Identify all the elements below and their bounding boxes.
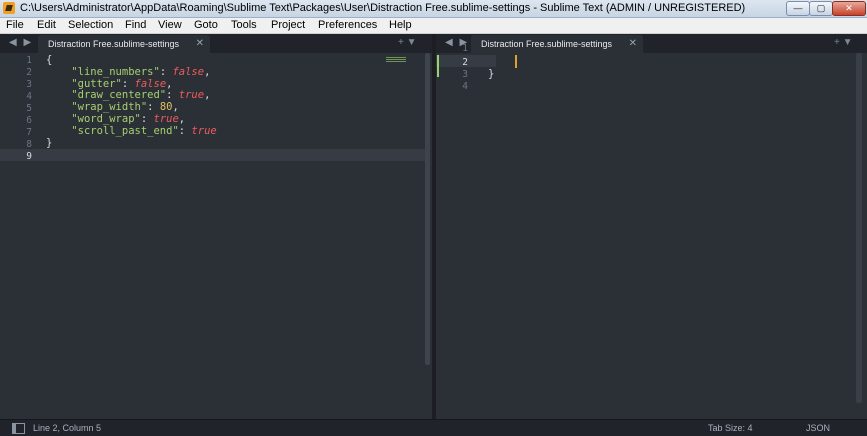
vertical-scrollbar[interactable] (425, 53, 430, 365)
line-number: 1 (462, 43, 468, 54)
json-boolean: false (134, 77, 167, 90)
menu-view[interactable]: View (158, 19, 182, 31)
line-number: 3 (26, 79, 32, 90)
maximize-button[interactable]: ▢ (809, 1, 833, 16)
json-key: "scroll_past_end" (71, 124, 179, 137)
status-bar: Line 2, Column 5 Tab Size: 4 JSON (0, 419, 867, 436)
line-number: 1 (26, 55, 32, 66)
close-tab-icon[interactable]: ✕ (629, 38, 637, 49)
json-boolean: true (191, 124, 217, 137)
line-number: 6 (26, 115, 32, 126)
tab-label: Distraction Free.sublime-settings (48, 39, 180, 49)
tab-label: Distraction Free.sublime-settings (481, 39, 613, 49)
json-boolean: true (153, 112, 179, 125)
code-token: { (46, 54, 53, 66)
new-tab-dropdown-icon[interactable]: + ▼ (398, 37, 417, 48)
menu-edit[interactable]: Edit (37, 19, 56, 31)
new-tab-dropdown-icon[interactable]: + ▼ (834, 37, 853, 48)
right-editor-pane[interactable]: 1 2 3 4 } (436, 43, 867, 419)
line-number: 7 (26, 127, 32, 138)
json-key: "line_numbers" (71, 65, 160, 78)
menu-goto[interactable]: Goto (194, 19, 218, 31)
json-key: "wrap_width" (71, 101, 148, 114)
line-number-gutter: 1 2 3 4 (436, 43, 468, 419)
line-number-gutter: 1 2 3 4 5 6 7 8 9 (0, 53, 32, 419)
cursor-position: Line 2, Column 5 (33, 423, 102, 433)
code-text-area[interactable]: } (488, 68, 495, 81)
window-title: C:\Users\Administrator\AppData\Roaming\S… (20, 2, 746, 14)
json-number: 80 (159, 101, 173, 114)
minimize-button[interactable]: — (786, 1, 810, 16)
left-editor-pane[interactable]: 1 2 3 4 5 6 7 8 9 { "line_numbers": fals… (0, 53, 432, 419)
code-token: } (46, 136, 53, 149)
vertical-scrollbar[interactable] (856, 53, 862, 403)
toggle-panel-icon[interactable] (12, 423, 25, 434)
text-cursor (515, 55, 517, 68)
sublime-text-icon (3, 2, 15, 14)
json-key: "gutter" (71, 77, 122, 90)
title-bar: C:\Users\Administrator\AppData\Roaming\S… (0, 0, 867, 18)
tab-nav-arrows-icon[interactable]: ◀ ▶ (9, 37, 33, 48)
left-tab-bar: ◀ ▶ Distraction Free.sublime-settings ✕ … (0, 34, 432, 53)
line-number: 2 (26, 67, 32, 78)
menu-help[interactable]: Help (389, 19, 412, 31)
json-key: "draw_centered" (71, 89, 167, 102)
line-number: 3 (462, 69, 468, 80)
modified-line-marker (437, 55, 439, 77)
close-tab-icon[interactable]: ✕ (196, 38, 204, 49)
tab-distraction-free-left[interactable]: Distraction Free.sublime-settings ✕ (38, 35, 210, 53)
tab-size-indicator[interactable]: Tab Size: 4 (708, 423, 753, 433)
menu-file[interactable]: File (6, 19, 24, 31)
line-number: 8 (26, 139, 32, 150)
syntax-indicator[interactable]: JSON (806, 423, 830, 433)
menu-project[interactable]: Project (271, 19, 305, 31)
json-key: "word_wrap" (71, 112, 141, 125)
line-number-active: 9 (26, 151, 32, 162)
json-boolean: true (178, 89, 205, 102)
tab-distraction-free-right[interactable]: Distraction Free.sublime-settings ✕ (471, 35, 643, 53)
current-line-highlight (0, 149, 425, 161)
close-window-button[interactable]: ✕ (832, 1, 866, 16)
menu-preferences[interactable]: Preferences (318, 19, 377, 31)
right-tab-bar: ◀ ▶ Distraction Free.sublime-settings ✕ … (436, 34, 867, 53)
line-number-active: 2 (462, 57, 468, 68)
menu-bar: File Edit Selection Find View Goto Tools… (0, 18, 867, 34)
code-text-area[interactable]: { "line_numbers": false, "gutter": false… (46, 54, 217, 149)
minimap[interactable] (386, 57, 406, 65)
menu-tools[interactable]: Tools (231, 19, 257, 31)
line-number: 5 (26, 103, 32, 114)
code-token: } (488, 68, 495, 80)
line-number: 4 (462, 81, 468, 92)
line-number: 4 (26, 91, 32, 102)
json-boolean: false (172, 65, 205, 78)
menu-find[interactable]: Find (125, 19, 146, 31)
menu-selection[interactable]: Selection (68, 19, 113, 31)
